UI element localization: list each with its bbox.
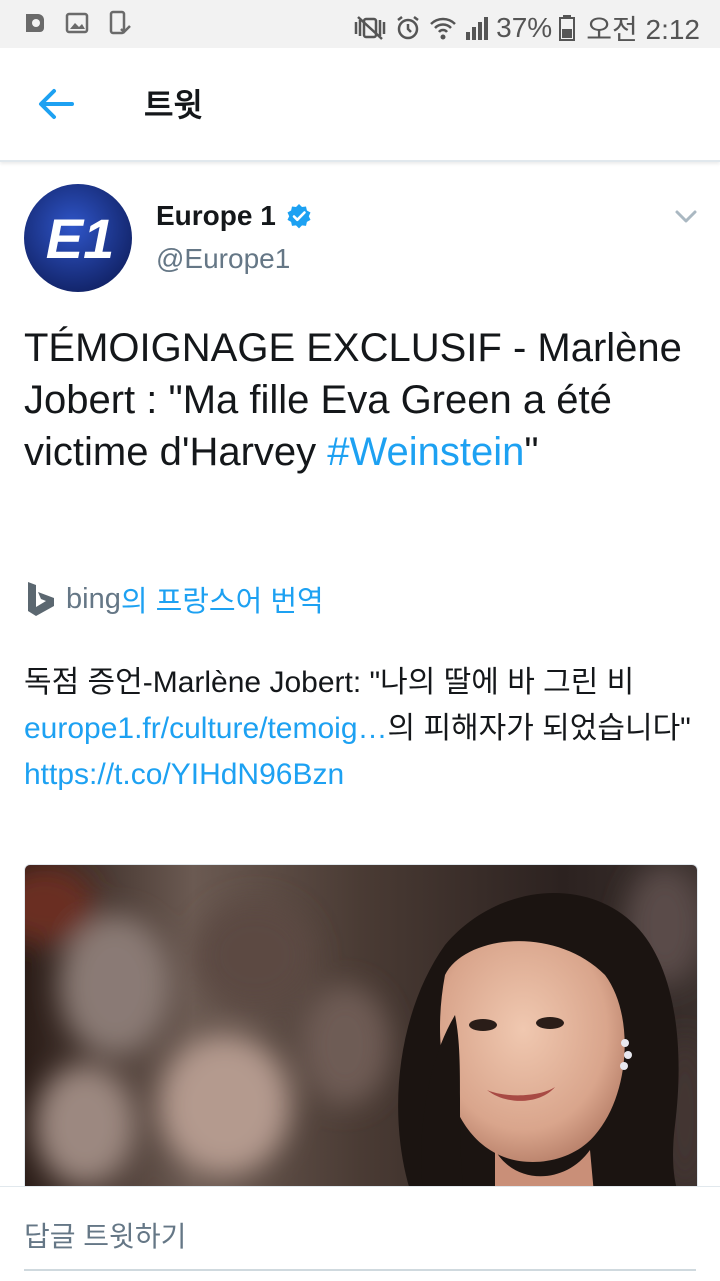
translation-link-article[interactable]: europe1.fr/culture/temoig… [24,712,388,745]
translate-link[interactable]: 의 프랑스어 번역 [121,578,324,620]
status-bar: 37% 오전 2:12 [0,0,720,48]
reply-input-underline [24,1269,696,1271]
bing-logo-icon [28,582,54,616]
translation-part1: 독점 증언-Marlène Jobert: "나의 딸에 바 그린 비 [24,666,635,699]
clock: 오전 2:12 [586,14,700,45]
tweet-photo[interactable] [24,864,698,1206]
device-check-icon [109,10,131,35]
app-bar: 트윗 [0,48,720,162]
reply-input[interactable]: 답글 트윗하기 [24,1215,186,1255]
avatar-label: E1 [46,207,115,270]
chevron-down-icon [675,210,697,223]
gallery-icon [65,12,89,34]
author-name-row: Europe 1 [156,200,312,232]
tweet-text: TÉMOIGNAGE EXCLUSIF - Marlène Jobert : "… [24,322,696,478]
back-button[interactable] [26,76,86,132]
translate-provider: bing [66,582,121,615]
author-name[interactable]: Europe 1 [156,200,276,232]
wifi-icon [430,17,457,40]
status-bar-left-icons [22,10,132,36]
page-title: 트윗 [144,87,203,123]
signal-icon [466,17,489,40]
arrow-left-icon [39,89,74,119]
battery-icon [559,15,576,41]
translated-text: 독점 증언-Marlène Jobert: "나의 딸에 바 그린 비 euro… [24,660,704,798]
tweet-text-end: " [524,430,539,474]
photo-illustration [25,865,697,1205]
translation-part2: 의 피해자가 되었습니다" [387,712,691,745]
europe1-logo: E1 [24,184,132,292]
author-handle[interactable]: @Europe1 [156,243,290,275]
hashtag-link[interactable]: #Weinstein [327,430,524,474]
verified-badge-icon [287,204,311,229]
alarm-icon [397,16,419,40]
reply-bar: 답글 트윗하기 [0,1186,720,1281]
translate-row[interactable]: bing 의 프랑스어 번역 [24,578,324,620]
status-bar-right: 37% 오전 2:12 [352,8,700,48]
translation-link-short[interactable]: https://t.co/YIHdN96Bzn [24,758,344,791]
vibrate-mute-icon [354,16,386,40]
battery-percent: 37% [496,12,553,43]
app-notification-icon [26,14,44,32]
tweet-menu-button[interactable] [670,200,702,232]
avatar[interactable]: E1 [24,184,132,292]
